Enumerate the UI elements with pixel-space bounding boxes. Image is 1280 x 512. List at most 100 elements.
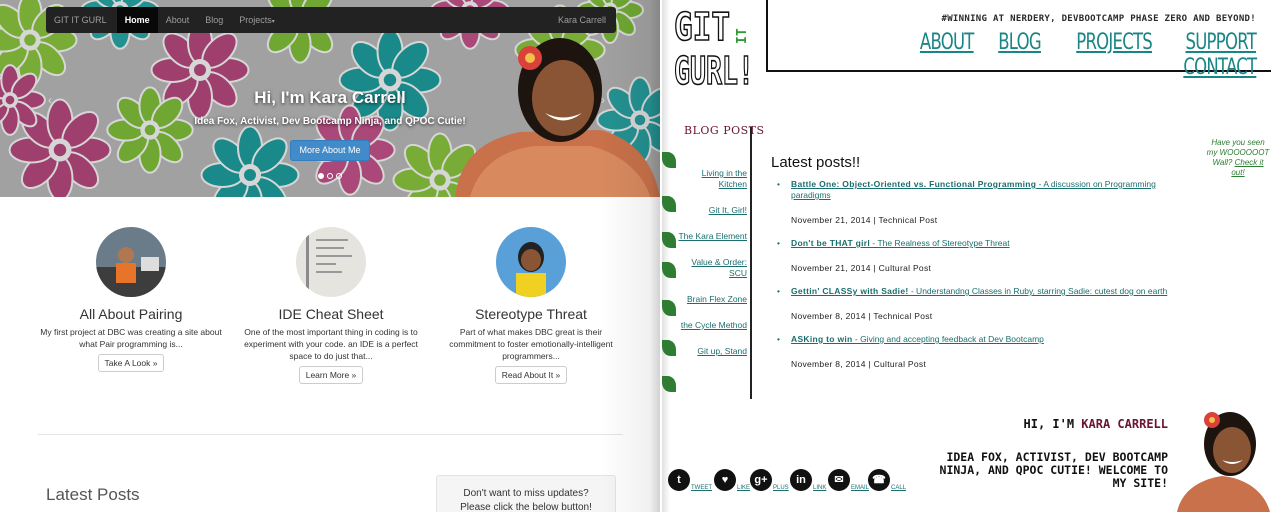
- menu-blog[interactable]: BLOG: [998, 30, 1041, 55]
- nav-projects-label: Projects: [239, 15, 272, 25]
- ide-thumbnail: [296, 227, 366, 297]
- heart-icon: ♥: [714, 469, 736, 491]
- sidebar-link[interactable]: The Kara Element: [676, 231, 747, 242]
- social-email[interactable]: ✉ EMAIL: [828, 469, 869, 491]
- wall-note-link[interactable]: Check it out!: [1231, 158, 1263, 177]
- sidebar-link[interactable]: the Cycle Method: [676, 320, 747, 331]
- twitter-icon: t: [668, 469, 690, 491]
- social-plus[interactable]: g+ PLUS: [750, 469, 789, 491]
- site-logo[interactable]: GIT IT GURL!: [672, 4, 758, 94]
- bio-greeting-text: HI, I'M: [1023, 417, 1082, 431]
- post-link[interactable]: Don't be THAT girl - The Realness of Ste…: [771, 238, 1171, 249]
- feature-column-stereotype: Stereotype Threat Part of what makes DBC…: [436, 227, 626, 384]
- post-description[interactable]: - Understandng Classes in Ruby, starring…: [909, 286, 1167, 296]
- hero-carousel: GIT IT GURL Home About Blog Projects▾ Ka…: [0, 0, 660, 197]
- post-date: November 8, 2014: [791, 359, 866, 369]
- sidebar-link[interactable]: Brain Flex Zone: [676, 294, 747, 305]
- post-meta: November 21, 2014 | Cultural Post: [791, 263, 932, 273]
- post-category: Cultural Post: [878, 263, 932, 273]
- latest-posts-heading: Latest Posts: [46, 485, 140, 504]
- bio-name: KARA CARRELL: [1081, 417, 1168, 431]
- read-about-it-button[interactable]: Read About It »: [494, 366, 568, 384]
- post-title[interactable]: Don't be THAT girl: [791, 238, 870, 248]
- social-label: LINK: [813, 485, 827, 491]
- learn-more-button[interactable]: Learn More »: [298, 366, 364, 384]
- sidebar-link[interactable]: Git It, Girl!: [676, 205, 747, 216]
- post-link[interactable]: Gettin' CLASSy with Sadie! - Understandn…: [771, 286, 1171, 297]
- post-date: November 21, 2014: [791, 263, 871, 273]
- take-a-look-button[interactable]: Take A Look »: [97, 354, 165, 372]
- post-date: November 21, 2014: [791, 215, 871, 225]
- post-category: Technical Post: [878, 215, 938, 225]
- hero-subtitle: Idea Fox, Activist, Dev Bootcamp Ninja, …: [194, 116, 466, 127]
- pane-edge-shadow: [662, 0, 670, 512]
- carousel-dot[interactable]: [318, 173, 324, 179]
- post-description[interactable]: - The Realness of Stereotype Threat: [870, 238, 1009, 248]
- pairing-thumbnail: [96, 227, 166, 297]
- feature-text: One of the most important thing in codin…: [244, 327, 418, 361]
- hero-title: Hi, I'm Kara Carrell: [254, 88, 406, 107]
- git-it-gurl-logo: GIT IT GURL!: [673, 4, 755, 94]
- menu-contact[interactable]: CONTACT: [1183, 55, 1257, 80]
- post-title[interactable]: Gettin' CLASSy with Sadie!: [791, 286, 909, 296]
- social-like[interactable]: ♥ LIKE: [714, 469, 750, 491]
- sidebar-heading: BLOG POSTS: [684, 124, 765, 137]
- sidebar-link[interactable]: Value & Order: SCU: [676, 257, 747, 279]
- nav-blog[interactable]: Blog: [197, 7, 231, 33]
- feature-column-ide: IDE Cheat Sheet One of the most importan…: [236, 227, 426, 384]
- bio-greeting: HI, I'M KARA CARRELL: [1012, 417, 1169, 431]
- menu-support[interactable]: SUPPORT: [1185, 30, 1256, 55]
- social-link[interactable]: in LINK: [790, 469, 826, 491]
- post-date: November 8, 2014: [791, 311, 866, 321]
- post-title[interactable]: ASKing to win: [791, 334, 853, 344]
- updates-line-1: Don't want to miss updates?: [463, 488, 589, 499]
- bio-text: IDEA FOX, ACTIVIST, DEV BOOTCAMP NINJA, …: [939, 450, 1168, 490]
- site-tagline: #WINNING AT NERDERY, DEVBOOTCAMP PHASE Z…: [941, 14, 1256, 24]
- sidebar-link[interactable]: Living in the Kitchen: [676, 168, 747, 190]
- sidebar-links: Living in the Kitchen Git It, Girl! The …: [676, 168, 747, 372]
- updates-line-2: Please click the below button!: [460, 502, 592, 512]
- feature-heading: IDE Cheat Sheet: [278, 306, 384, 322]
- post-meta: November 8, 2014 | Cultural Post: [791, 359, 927, 369]
- nav-about[interactable]: About: [158, 7, 198, 33]
- feature-text: Part of what makes DBC great is their co…: [449, 327, 613, 361]
- social-tweet[interactable]: t TWEET: [668, 469, 712, 491]
- linkedin-icon: in: [790, 469, 812, 491]
- list-item: Battle One: Object-Oriented vs. Function…: [771, 179, 1171, 225]
- bio-photo: [1172, 404, 1272, 512]
- carousel-dot[interactable]: [336, 173, 342, 179]
- svg-text:GURL!: GURL!: [674, 49, 754, 88]
- post-meta: November 8, 2014 | Technical Post: [791, 311, 933, 321]
- pane-edge-shadow: [600, 0, 660, 512]
- post-category: Cultural Post: [873, 359, 927, 369]
- post-title[interactable]: Battle One: Object-Oriented vs. Function…: [791, 179, 1036, 189]
- right-browser-pane: GIT IT GURL! #WINNING AT NERDERY, DEVBOO…: [662, 0, 1280, 512]
- posts-list: Battle One: Object-Oriented vs. Function…: [771, 179, 1171, 382]
- post-link[interactable]: Battle One: Object-Oriented vs. Function…: [771, 179, 1171, 201]
- google-plus-icon: g+: [750, 469, 772, 491]
- feature-heading: Stereotype Threat: [475, 306, 587, 322]
- social-label: PLUS: [773, 485, 789, 491]
- post-category: Technical Post: [873, 311, 933, 321]
- updates-box: Don't want to miss updates? Please click…: [436, 475, 616, 512]
- navbar-brand[interactable]: GIT IT GURL: [46, 15, 117, 25]
- post-description[interactable]: - Giving and accepting feedback at Dev B…: [853, 334, 1044, 344]
- more-about-me-button[interactable]: More About Me: [290, 140, 370, 161]
- phone-icon: ☎: [868, 469, 890, 491]
- menu-about[interactable]: ABOUT: [920, 30, 974, 55]
- sidebar-link[interactable]: Git up, Stand: [676, 346, 747, 357]
- left-browser-pane: GIT IT GURL Home About Blog Projects▾ Ka…: [0, 0, 660, 512]
- feature-text: My first project at DBC was creating a s…: [40, 327, 222, 349]
- carousel-dot[interactable]: [327, 173, 333, 179]
- social-call[interactable]: ☎ CALL: [868, 469, 906, 491]
- divider: [38, 434, 623, 435]
- posts-heading: Latest posts!!: [771, 154, 861, 171]
- nav-home[interactable]: Home: [116, 7, 158, 33]
- email-icon: ✉: [828, 469, 850, 491]
- menu-projects[interactable]: PROJECTS: [1076, 30, 1153, 55]
- list-item: ASKing to win - Giving and accepting fee…: [771, 334, 1171, 369]
- top-navbar: GIT IT GURL Home About Blog Projects▾ Ka…: [46, 7, 616, 33]
- nav-projects[interactable]: Projects▾: [231, 7, 283, 33]
- feature-heading: All About Pairing: [79, 306, 183, 322]
- post-link[interactable]: ASKing to win - Giving and accepting fee…: [771, 334, 1171, 345]
